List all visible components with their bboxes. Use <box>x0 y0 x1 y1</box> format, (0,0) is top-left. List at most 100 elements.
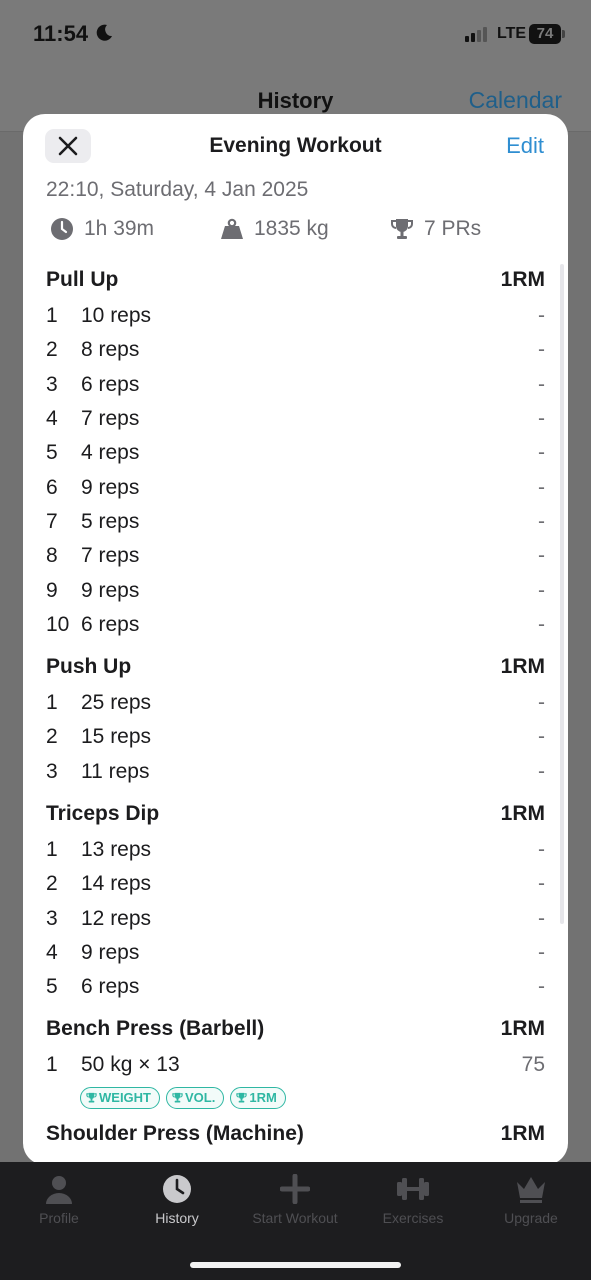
set-reps: 10 reps <box>81 304 152 328</box>
set-reps: 9 reps <box>81 940 140 964</box>
weight-icon <box>221 218 243 239</box>
volume-stat: 1835 kg <box>220 217 329 241</box>
calendar-button[interactable]: Calendar <box>469 87 562 114</box>
network-label: LTE <box>497 25 527 42</box>
set-row: 9 9 reps - <box>46 573 545 607</box>
tab-label: Profile <box>39 1210 79 1226</box>
set-1rm-value: - <box>538 872 545 896</box>
crown-icon <box>517 1177 545 1203</box>
signal-icon <box>465 27 487 42</box>
set-row: 5 6 reps - <box>46 970 545 1004</box>
exercise-name: Push Up <box>46 654 132 678</box>
tab-upgrade[interactable]: Upgrade <box>472 1174 590 1226</box>
dumbbell-icon <box>397 1178 429 1200</box>
set-row: 3 12 reps - <box>46 901 545 935</box>
exercise-name: Shoulder Press (Machine) <box>46 1121 304 1145</box>
set-1rm-value: - <box>538 338 545 362</box>
set-number: 5 <box>46 441 58 465</box>
set-number: 2 <box>46 725 58 749</box>
volume-value: 1835 kg <box>254 217 329 240</box>
set-reps: 7 reps <box>81 407 140 431</box>
set-1rm-value: - <box>538 304 545 328</box>
set-row: 1 10 reps - <box>46 299 545 333</box>
set-reps: 13 reps <box>81 838 152 861</box>
duration-value: 1h 39m <box>84 217 155 240</box>
set-number: 7 <box>46 509 58 533</box>
set-number: 5 <box>46 975 58 999</box>
set-reps: 12 reps <box>81 906 152 930</box>
exercise-header[interactable]: Shoulder Press (Machine) 1RM <box>46 1115 545 1153</box>
set-reps: 5 reps <box>81 509 140 533</box>
status-time: 11:54 <box>33 21 89 46</box>
set-1rm-value: - <box>538 612 545 636</box>
set-1rm-value: - <box>538 940 545 964</box>
exercise-name: Pull Up <box>46 268 119 291</box>
set-row: 2 8 reps - <box>46 333 545 367</box>
set-1rm-value: - <box>538 906 545 930</box>
set-1rm-value: - <box>538 578 545 602</box>
set-reps: 6 reps <box>81 372 140 396</box>
plus-icon <box>280 1174 310 1204</box>
tab-label: History <box>155 1210 199 1226</box>
pr-badge: 1RM <box>230 1086 286 1109</box>
status-bar: 11:54 LTE 74 <box>0 0 591 70</box>
exercise-list: Pull Up 1RM 1 10 reps - 2 8 reps - 3 6 reps - 4 7 re… <box>46 261 545 1153</box>
set-1rm-value: - <box>538 475 545 499</box>
edit-button[interactable]: Edit <box>506 133 544 159</box>
set-row: 2 15 reps - <box>46 720 545 754</box>
pr-stat: 7 PRs <box>390 217 481 241</box>
set-1rm-value: - <box>538 372 545 396</box>
set-number: 8 <box>46 544 58 568</box>
exercise-header[interactable]: Bench Press (Barbell) 1RM <box>46 1010 545 1048</box>
exercise-metric-label: 1RM <box>500 654 545 678</box>
tab-profile[interactable]: Profile <box>0 1174 118 1226</box>
set-reps: 4 reps <box>81 441 140 465</box>
set-number: 3 <box>46 906 58 930</box>
set-1rm-value: - <box>538 441 545 465</box>
set-1rm-value: - <box>538 759 545 783</box>
pr-badge: VOL. <box>166 1086 225 1109</box>
set-row: 4 9 reps - <box>46 936 545 970</box>
trophy-icon <box>236 1092 247 1103</box>
set-row: 1 25 reps - <box>46 686 545 720</box>
set-row: 10 6 reps - <box>46 608 545 642</box>
tab-label: Upgrade <box>504 1210 558 1226</box>
clock-icon <box>51 218 73 240</box>
set-reps: 7 reps <box>81 544 140 568</box>
pr-count: 7 PRs <box>424 217 482 240</box>
set-1rm-value: - <box>538 509 545 533</box>
duration-stat: 1h 39m <box>50 217 154 241</box>
tab-start-workout[interactable]: Start Workout <box>236 1174 354 1226</box>
set-number: 6 <box>46 475 58 499</box>
set-number: 2 <box>46 338 58 362</box>
exercise-name: Bench Press (Barbell) <box>46 1017 265 1041</box>
trophy-icon <box>172 1092 183 1103</box>
exercise-header[interactable]: Push Up 1RM <box>46 648 545 686</box>
set-1rm-value: - <box>538 975 545 999</box>
set-1rm-value: - <box>538 691 545 715</box>
scroll-indicator[interactable] <box>560 264 564 924</box>
exercise-metric-label: 1RM <box>500 1017 545 1041</box>
set-reps: 15 reps <box>81 725 152 749</box>
exercise-header[interactable]: Triceps Dip 1RM <box>46 795 545 833</box>
set-1rm-value: - <box>538 838 545 861</box>
set-reps: 6 reps <box>81 612 140 636</box>
set-row: 7 5 reps - <box>46 505 545 539</box>
tab-exercises[interactable]: Exercises <box>354 1174 472 1226</box>
trophy-icon <box>86 1092 97 1103</box>
set-reps: 9 reps <box>81 475 140 499</box>
set-reps: 11 reps <box>81 759 150 783</box>
set-reps: 9 reps <box>81 578 140 602</box>
set-number: 3 <box>46 759 58 783</box>
trophy-icon <box>391 219 413 239</box>
set-number: 4 <box>46 940 58 964</box>
tab-history[interactable]: History <box>118 1174 236 1226</box>
set-row: 5 4 reps - <box>46 436 545 470</box>
workout-stats: 1h 39m 1835 kg 7 PRs <box>46 217 546 247</box>
set-reps: 8 reps <box>81 338 140 362</box>
set-row: 1 13 reps - <box>46 833 545 867</box>
set-reps: 25 reps <box>81 691 152 715</box>
exercise-header[interactable]: Pull Up 1RM <box>46 261 545 299</box>
pr-badge-label: VOL. <box>185 1090 216 1106</box>
set-reps: 6 reps <box>81 975 140 999</box>
